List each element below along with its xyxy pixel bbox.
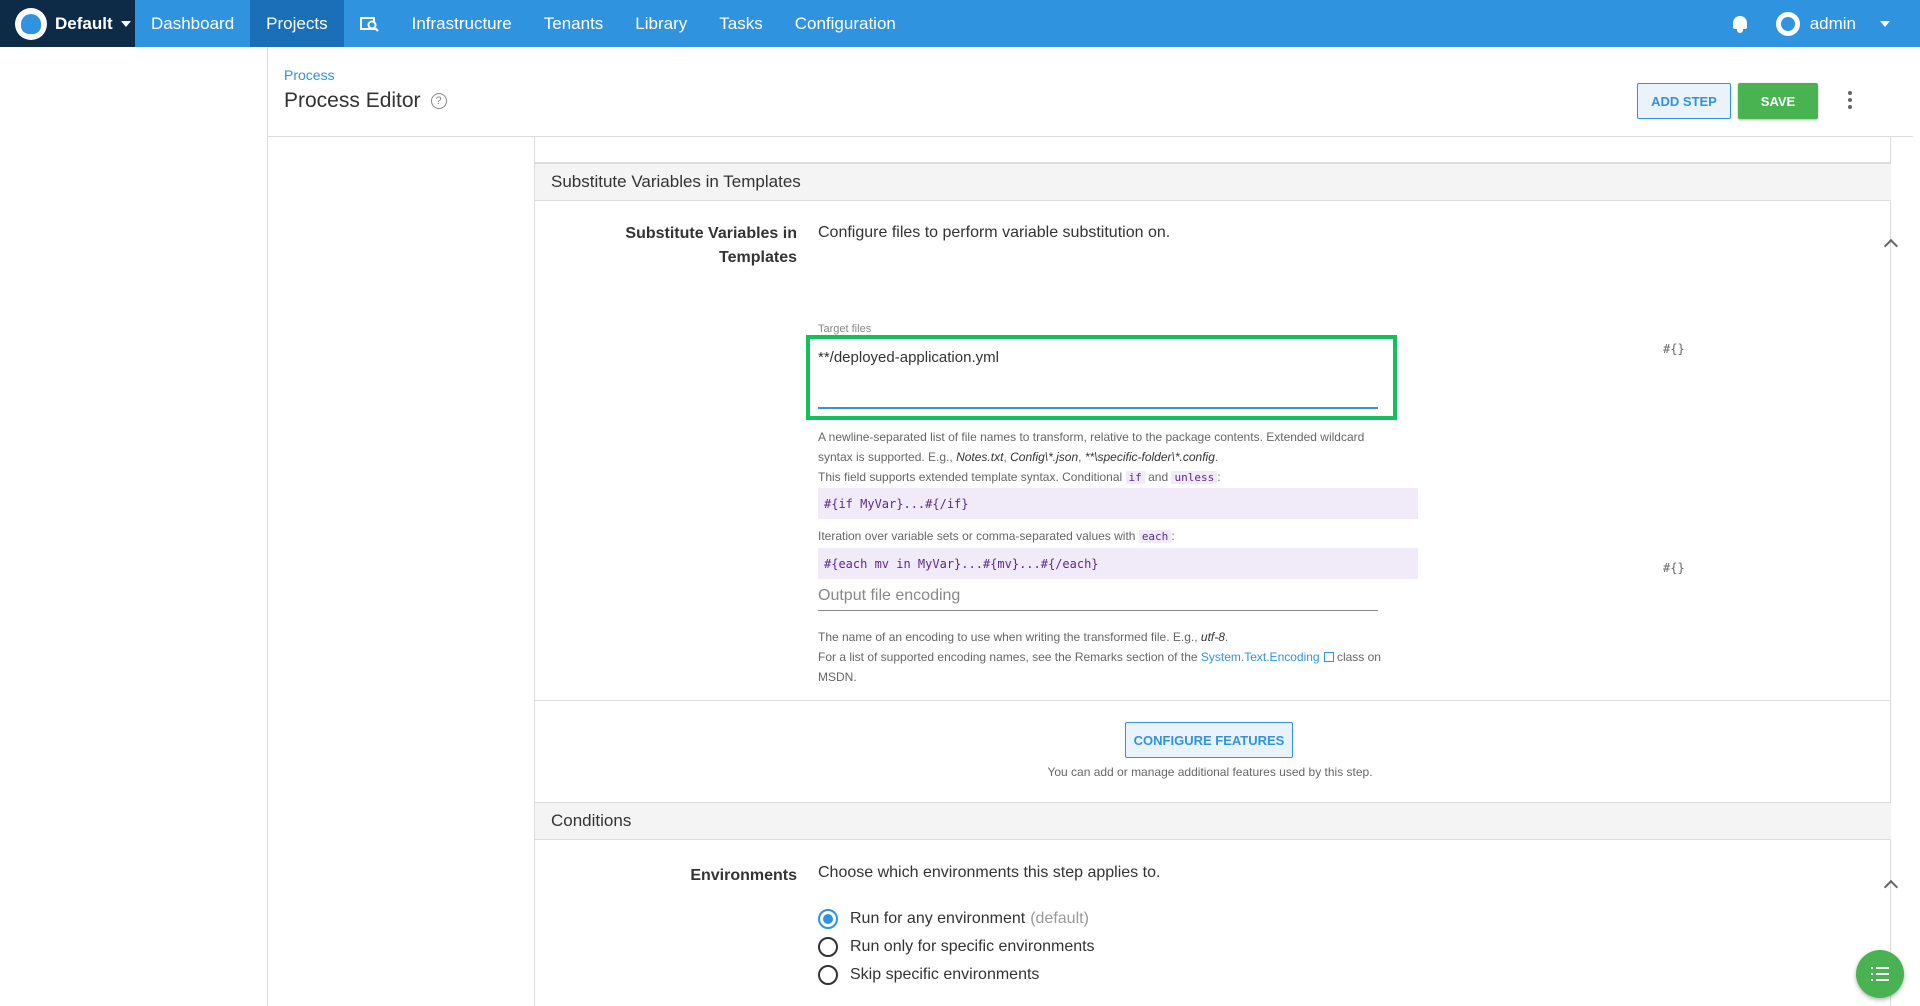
encoding-list-suffix: class on xyxy=(1333,650,1381,664)
radio-checked-icon[interactable] xyxy=(818,909,838,929)
help-example-2: Config\*.json xyxy=(1010,450,1079,464)
configure-features-button[interactable]: CONFIGURE FEATURES xyxy=(1125,722,1293,758)
page-title-text: Process Editor xyxy=(284,89,421,112)
top-navigation: Default Dashboard Projects Infrastructur… xyxy=(0,0,1920,47)
environments-description: Choose which environments this step appl… xyxy=(818,864,1161,881)
nav-projects[interactable]: Projects xyxy=(250,0,344,47)
help-example-3: **\specific-folder\*.config xyxy=(1084,450,1215,464)
nav-dashboard[interactable]: Dashboard xyxy=(135,0,250,47)
encoding-list-text: For a list of supported encoding names, … xyxy=(818,650,1201,664)
user-menu[interactable]: admin xyxy=(1775,11,1890,36)
radio-label: Run for any environment xyxy=(850,910,1026,927)
help-icon[interactable]: ? xyxy=(430,93,447,109)
octopus-logo-icon xyxy=(15,7,47,40)
configure-features-hint: You can add or manage additional feature… xyxy=(1047,765,1373,779)
nav-infrastructure[interactable]: Infrastructure xyxy=(396,0,528,47)
help-line-2: syntax is supported. E.g., xyxy=(818,450,957,464)
divider xyxy=(535,700,1891,701)
more-options-icon[interactable] xyxy=(1848,91,1852,109)
collapse-chevron-icon[interactable] xyxy=(1883,879,1899,895)
external-link-icon[interactable] xyxy=(1323,652,1334,662)
radio-any-environment[interactable]: Run for any environment (default) xyxy=(818,909,1089,929)
substitute-description: Configure files to perform variable subs… xyxy=(818,224,1171,241)
nav-tenants[interactable]: Tenants xyxy=(528,0,620,47)
radio-default-note: (default) xyxy=(1030,910,1089,927)
space-switcher[interactable]: Default xyxy=(0,0,135,47)
nav-tasks[interactable]: Tasks xyxy=(703,0,778,47)
substitute-field-label: Substitute Variables in Templates xyxy=(625,225,797,266)
list-icon xyxy=(1871,967,1889,981)
top-separator xyxy=(535,137,1891,163)
encoding-help: The name of an encoding to use when writ… xyxy=(818,627,1408,687)
step-editor-content: Substitute Variables in Templates Substi… xyxy=(535,137,1899,1006)
variable-insert-icon[interactable]: #{} xyxy=(1663,561,1685,575)
encoding-help-text: The name of an encoding to use when writ… xyxy=(818,630,1201,644)
encoding-example: utf-8 xyxy=(1200,630,1225,644)
keyword-each: each xyxy=(1138,530,1172,543)
radio-unchecked-icon[interactable] xyxy=(818,965,838,985)
radio-specific-environments[interactable]: Run only for specific environments xyxy=(818,937,1095,957)
encoding-help-end: . xyxy=(1224,630,1229,644)
add-step-button[interactable]: ADD STEP xyxy=(1637,83,1731,119)
keyword-unless: unless xyxy=(1171,471,1218,484)
code-example-each: #{each mv in MyVar}...#{mv}...#{/each} xyxy=(818,548,1418,579)
keyword-if: if xyxy=(1125,471,1145,484)
caret-down-icon xyxy=(1880,20,1890,27)
collapse-chevron-icon[interactable] xyxy=(1883,238,1899,254)
template-colon: : xyxy=(1217,470,1221,484)
encoding-list-line-2: MSDN. xyxy=(818,670,857,684)
target-files-label: Target files xyxy=(818,323,872,335)
step-list-pane xyxy=(268,137,535,1006)
page-header: Process Process Editor ? ADD STEP SAVE xyxy=(268,47,1913,137)
caret-down-icon xyxy=(120,20,131,27)
iteration-colon: : xyxy=(1171,529,1175,543)
target-files-help: A newline-separated list of file names t… xyxy=(818,427,1408,488)
steps-list-fab[interactable] xyxy=(1856,950,1904,998)
avatar xyxy=(1775,11,1800,36)
page-frame: Process Process Editor ? ADD STEP SAVE S… xyxy=(267,47,1913,1006)
template-and: and xyxy=(1144,470,1172,484)
notifications-bell-icon[interactable] xyxy=(1732,15,1748,33)
page-title: Process Editor ? xyxy=(284,89,447,113)
radio-unchecked-icon[interactable] xyxy=(818,937,838,957)
help-example-1: Notes.txt xyxy=(956,450,1004,464)
output-encoding-input[interactable]: Output file encoding xyxy=(818,581,1378,611)
code-example-if: #{if MyVar}...#{/if} xyxy=(818,488,1418,519)
nav-search-icon[interactable] xyxy=(344,0,396,47)
nav-library[interactable]: Library xyxy=(619,0,703,47)
user-name: admin xyxy=(1809,13,1856,33)
system-text-encoding-link[interactable]: System.Text.Encoding xyxy=(1201,650,1320,664)
template-syntax-text: This field supports extended template sy… xyxy=(818,470,1126,484)
breadcrumb[interactable]: Process xyxy=(284,67,335,83)
environments-field-label: Environments xyxy=(690,867,797,884)
search-in-page-icon xyxy=(359,16,379,32)
save-button[interactable]: SAVE xyxy=(1738,83,1818,119)
help-end: . xyxy=(1214,450,1219,464)
highlight-box xyxy=(806,335,1397,420)
space-name: Default xyxy=(55,13,113,33)
nav-configuration[interactable]: Configuration xyxy=(779,0,912,47)
section-conditions: Conditions xyxy=(535,802,1891,840)
iteration-text: Iteration over variable sets or comma-se… xyxy=(818,529,1139,543)
help-line-1: A newline-separated list of file names t… xyxy=(818,430,1365,444)
help-sep-2: , xyxy=(1078,450,1085,464)
radio-label: Run only for specific environments xyxy=(850,938,1095,955)
radio-skip-environments[interactable]: Skip specific environments xyxy=(818,965,1039,985)
iteration-help: Iteration over variable sets or comma-se… xyxy=(818,526,1408,547)
variable-insert-icon[interactable]: #{} xyxy=(1663,342,1685,356)
radio-label: Skip specific environments xyxy=(850,966,1040,983)
section-substitute-variables: Substitute Variables in Templates xyxy=(535,163,1891,201)
